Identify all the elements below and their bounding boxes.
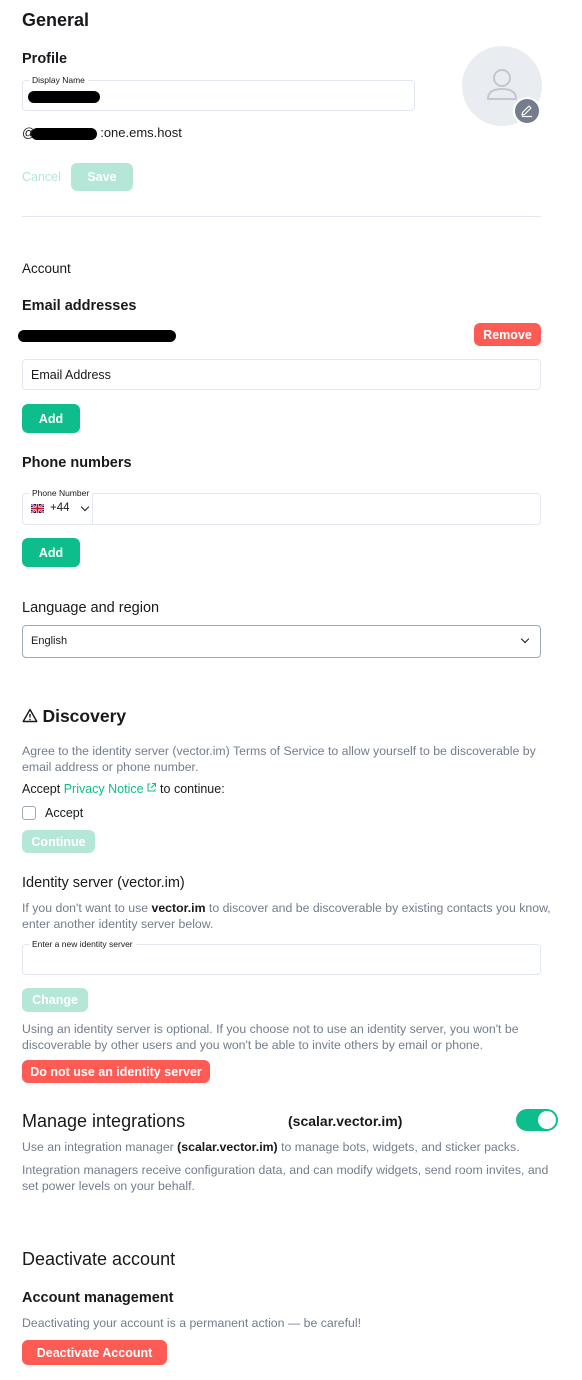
accept-checkbox[interactable] (22, 806, 36, 820)
privacy-line: Accept Privacy Notice to continue: (22, 782, 225, 796)
integrations-desc-2: to manage bots, widgets, and sticker pac… (277, 1140, 520, 1154)
chevron-down-icon (80, 502, 90, 512)
redacted-email (18, 330, 176, 342)
external-link-icon (147, 783, 156, 792)
identity-desc-1: If you don't want to use (22, 901, 152, 915)
email-field[interactable] (22, 359, 541, 390)
discovery-description: Agree to the identity server (vector.im)… (22, 744, 536, 774)
profile-heading: Profile (22, 51, 68, 67)
remove-email-button[interactable]: Remove (474, 323, 541, 346)
do-not-use-identity-button[interactable]: Do not use an identity server (22, 1060, 210, 1083)
redacted-display-name (28, 91, 100, 103)
section-divider (22, 216, 541, 217)
integrations-toggle[interactable] (516, 1109, 558, 1131)
accept-checkbox-label[interactable]: Accept (45, 806, 83, 820)
language-heading: Language and region (22, 600, 160, 616)
identity-server-input[interactable] (31, 945, 532, 974)
uk-flag-icon (31, 504, 44, 513)
user-id-suffix: :one.ems.host (100, 125, 182, 140)
email-heading: Email addresses (22, 298, 137, 314)
warning-triangle-icon (22, 708, 38, 723)
toggle-knob (538, 1111, 556, 1129)
phone-heading: Phone numbers (22, 455, 132, 471)
identity-heading: Identity server (vector.im) (22, 875, 185, 891)
identity-server-field[interactable]: Enter a new identity server (22, 939, 541, 975)
integrations-title: Manage integrations (22, 1111, 186, 1131)
discovery-title: Discovery (42, 706, 127, 726)
deactivate-title: Deactivate account (22, 1249, 176, 1269)
integrations-desc-1: Use an integration manager (22, 1140, 178, 1154)
continue-button[interactable]: Continue (22, 830, 95, 853)
language-select[interactable]: English (22, 625, 541, 658)
integrations-desc-bold: (scalar.vector.im) (177, 1140, 278, 1154)
save-button[interactable]: Save (71, 163, 133, 191)
add-email-button[interactable]: Add (22, 404, 80, 433)
redacted-user-id (31, 128, 97, 140)
cancel-button[interactable]: Cancel (22, 170, 61, 184)
country-code-select[interactable]: +44 (23, 494, 93, 524)
integrations-server: (scalar.vector.im) (288, 1113, 403, 1129)
integrations-more-info: Integration managers receive configurati… (22, 1163, 549, 1193)
language-value: English (31, 635, 68, 647)
pencil-icon (521, 105, 532, 118)
avatar-edit-button[interactable] (513, 97, 541, 125)
discovery-header: Discovery (22, 706, 126, 727)
integrations-description: Use an integration manager (scalar.vecto… (22, 1139, 572, 1155)
phone-input[interactable] (99, 494, 532, 524)
identity-desc-bold: vector.im (151, 901, 206, 915)
account-heading: Account (22, 261, 71, 276)
phone-field[interactable]: Phone Number +44 (22, 488, 541, 525)
country-code: +44 (50, 502, 70, 514)
accept-prefix: Accept (22, 782, 64, 796)
chevron-down-icon (520, 634, 530, 644)
change-button[interactable]: Change (22, 988, 88, 1012)
deactivate-account-button[interactable]: Deactivate Account (22, 1340, 167, 1365)
add-phone-button[interactable]: Add (22, 538, 80, 567)
accept-suffix: to continue: (156, 782, 225, 796)
account-management-heading: Account management (22, 1290, 174, 1306)
deactivate-warning: Deactivating your account is a permanent… (22, 1316, 362, 1330)
general-title: General (22, 10, 90, 30)
email-input[interactable] (31, 360, 532, 389)
identity-description: If you don't want to use vector.im to di… (22, 900, 562, 932)
identity-optional-note: Using an identity server is optional. If… (22, 1022, 519, 1052)
privacy-notice-link[interactable]: Privacy Notice (64, 782, 144, 796)
